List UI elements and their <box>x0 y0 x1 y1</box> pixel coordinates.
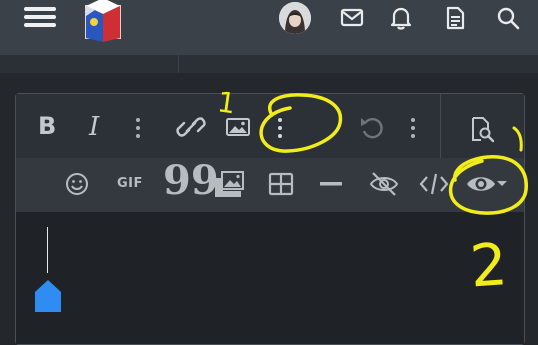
more-vertical-icon[interactable] <box>274 116 286 140</box>
text-cursor <box>47 227 48 273</box>
sub-nav-bar <box>0 55 538 73</box>
preview-icon[interactable] <box>468 115 496 143</box>
toolbar-divider <box>440 94 441 158</box>
bell-icon[interactable] <box>387 4 415 32</box>
bold-button[interactable]: B <box>38 112 56 140</box>
site-logo[interactable] <box>78 0 128 46</box>
user-avatar[interactable] <box>279 2 311 34</box>
image-icon[interactable] <box>225 116 251 138</box>
mail-icon[interactable] <box>338 4 366 32</box>
chevron-down-icon[interactable] <box>496 180 508 188</box>
rich-text-editor: B I GIF 99 <box>15 93 525 345</box>
undo-icon[interactable] <box>358 114 386 142</box>
table-icon[interactable] <box>268 171 294 197</box>
hamburger-icon[interactable] <box>24 4 56 32</box>
spoiler-icon[interactable] <box>466 173 496 195</box>
horizontal-rule-icon[interactable] <box>320 181 342 187</box>
italic-button[interactable]: I <box>89 112 99 142</box>
document-icon[interactable] <box>441 4 469 32</box>
quote-button[interactable]: 99 <box>163 161 219 201</box>
emoji-icon[interactable] <box>64 171 90 197</box>
more-vertical-icon[interactable] <box>132 116 144 140</box>
link-icon[interactable] <box>176 114 206 140</box>
gif-button[interactable]: GIF <box>117 176 143 191</box>
selection-handle[interactable] <box>34 279 62 313</box>
code-icon[interactable] <box>419 171 449 197</box>
top-nav-bar <box>0 0 538 55</box>
more-vertical-icon[interactable] <box>407 116 419 140</box>
hide-icon[interactable] <box>368 170 400 198</box>
media-gallery-icon[interactable] <box>213 169 245 199</box>
search-icon[interactable] <box>494 4 522 32</box>
editor-content-area[interactable] <box>16 212 524 344</box>
